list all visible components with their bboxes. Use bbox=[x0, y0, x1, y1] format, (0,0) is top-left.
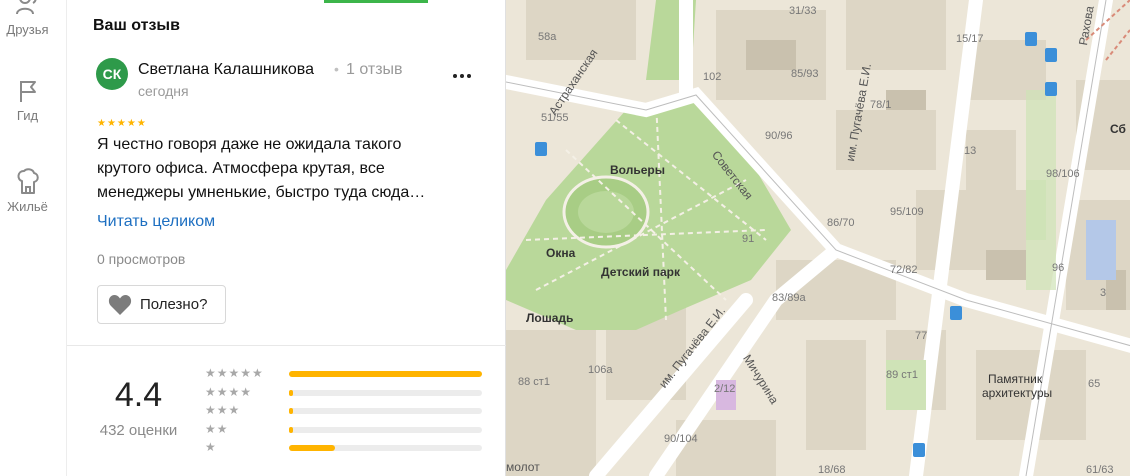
more-options-button[interactable] bbox=[450, 66, 474, 86]
map-label-monument: Памятник bbox=[988, 372, 1043, 386]
review-text: Я честно говоря даже не ожидала такого к… bbox=[97, 133, 467, 205]
histogram-stars: ★★★ bbox=[205, 403, 241, 417]
histogram-row: ★★★★ bbox=[205, 385, 495, 401]
author-name[interactable]: Светлана Калашникова bbox=[138, 61, 314, 79]
house-number: 65 bbox=[1088, 378, 1101, 390]
map-label-sb: Сб bbox=[1110, 122, 1126, 136]
review-panel: Ваш отзыв СК Светлана Калашникова • 1 от… bbox=[66, 0, 507, 476]
histogram-fill bbox=[289, 389, 293, 396]
house-number: 98/106 bbox=[1046, 168, 1080, 180]
left-nav: Друзья Гид Жильё bbox=[0, 0, 55, 476]
rating-count: 432 оценки bbox=[99, 422, 178, 439]
histogram-row: ★★★ bbox=[205, 403, 495, 419]
map-label-loshad: Лошадь bbox=[526, 311, 574, 325]
house-number: 102 bbox=[703, 71, 722, 83]
nav-label-friends: Друзья bbox=[6, 22, 49, 37]
review-stars: ★★★★★ bbox=[97, 118, 147, 129]
useful-button-label: Полезно? bbox=[140, 296, 208, 313]
tab-indicator bbox=[324, 0, 428, 3]
histogram-stars: ★★★★★ bbox=[205, 366, 264, 380]
heart-icon bbox=[108, 294, 132, 315]
house-number: 96 bbox=[1052, 262, 1065, 274]
section-title: Ваш отзыв bbox=[93, 17, 180, 34]
house-number: 51/55 bbox=[541, 112, 569, 124]
histogram-fill bbox=[289, 445, 336, 451]
nav-item-friends[interactable]: Друзья bbox=[0, 0, 55, 37]
house-number: 91 bbox=[742, 233, 755, 245]
histogram-stars: ★★★★ bbox=[205, 384, 253, 399]
histogram-fill bbox=[289, 426, 293, 433]
histogram-row: ★ bbox=[205, 440, 495, 456]
house-number: 2/12 bbox=[714, 383, 736, 395]
rating-value: 4.4 bbox=[114, 376, 163, 414]
house-number: 72/82 bbox=[890, 264, 918, 276]
more-dot-icon bbox=[453, 74, 457, 78]
house-number: 95/109 bbox=[890, 206, 924, 218]
nav-item-guide[interactable]: Гид bbox=[0, 78, 55, 123]
house-number: 61/63 bbox=[1086, 464, 1114, 476]
histogram-row: ★★ bbox=[205, 422, 495, 438]
house-number: 15/17 bbox=[956, 33, 984, 45]
house-number: 13 bbox=[964, 145, 977, 157]
histogram-track bbox=[289, 408, 482, 414]
review-text-line: Я честно говоря даже не ожидала такого bbox=[97, 136, 402, 153]
house-number: 83/89а bbox=[772, 292, 806, 304]
house-number: 18/68 bbox=[818, 464, 846, 476]
histogram-stars: ★ bbox=[205, 440, 217, 454]
friends-icon bbox=[15, 0, 36, 15]
nav-item-housing[interactable]: Жильё bbox=[0, 167, 55, 214]
house-number: 90/104 bbox=[664, 433, 698, 445]
avatar[interactable]: СК bbox=[96, 58, 128, 90]
histogram-stars: ★★ bbox=[205, 421, 229, 436]
separator-dot: • bbox=[334, 61, 339, 77]
more-dot-icon bbox=[467, 74, 471, 78]
useful-button[interactable]: Полезно? bbox=[97, 285, 226, 324]
map[interactable]: Вольеры Окна Детский парк Лошадь Астраха… bbox=[506, 0, 1130, 476]
house-number: 3 bbox=[1100, 287, 1107, 299]
read-more-link[interactable]: Читать целиком bbox=[97, 213, 215, 231]
house-number: 77 bbox=[915, 330, 928, 342]
histogram-fill bbox=[289, 408, 293, 414]
histogram-track bbox=[289, 445, 482, 451]
views-count: 0 просмотров bbox=[97, 251, 186, 267]
more-dot-icon bbox=[460, 74, 464, 78]
histogram-track bbox=[289, 426, 482, 433]
review-text-line: крутого офиса. Атмосфера крутая, все bbox=[97, 160, 385, 177]
map-label-monument2: архитектуры bbox=[982, 386, 1053, 400]
nav-label-housing: Жильё bbox=[7, 199, 48, 214]
house-number: 78/1 bbox=[870, 99, 892, 111]
histogram-track bbox=[289, 371, 482, 377]
house-number: 89 ст1 bbox=[886, 369, 918, 381]
house-number: 58а bbox=[538, 31, 557, 43]
house-number: 106а bbox=[588, 364, 613, 376]
map-label-park: Детский парк bbox=[601, 265, 680, 279]
map-label-molot: молот bbox=[506, 460, 540, 474]
nav-label-guide: Гид bbox=[16, 108, 39, 123]
house-number: 31/33 bbox=[789, 5, 817, 17]
house-number: 86/70 bbox=[827, 217, 855, 229]
author-review-count: 1 отзыв bbox=[346, 61, 403, 78]
review-date: сегодня bbox=[138, 83, 189, 99]
review-text-line: менеджеры умненькие, быстро туда сюда… bbox=[97, 184, 426, 201]
house-number: 85/93 bbox=[791, 68, 819, 80]
histogram-track bbox=[289, 389, 482, 396]
histogram-row: ★★★★★ bbox=[205, 366, 495, 382]
flag-icon bbox=[19, 81, 36, 102]
housing-icon bbox=[17, 168, 39, 194]
map-label-volery: Вольеры bbox=[610, 163, 665, 177]
map-label-okna: Окна bbox=[546, 246, 576, 260]
house-number: 90/96 bbox=[765, 130, 793, 142]
histogram-fill bbox=[289, 371, 482, 377]
divider bbox=[67, 345, 507, 346]
house-number: 88 ст1 bbox=[518, 376, 550, 388]
